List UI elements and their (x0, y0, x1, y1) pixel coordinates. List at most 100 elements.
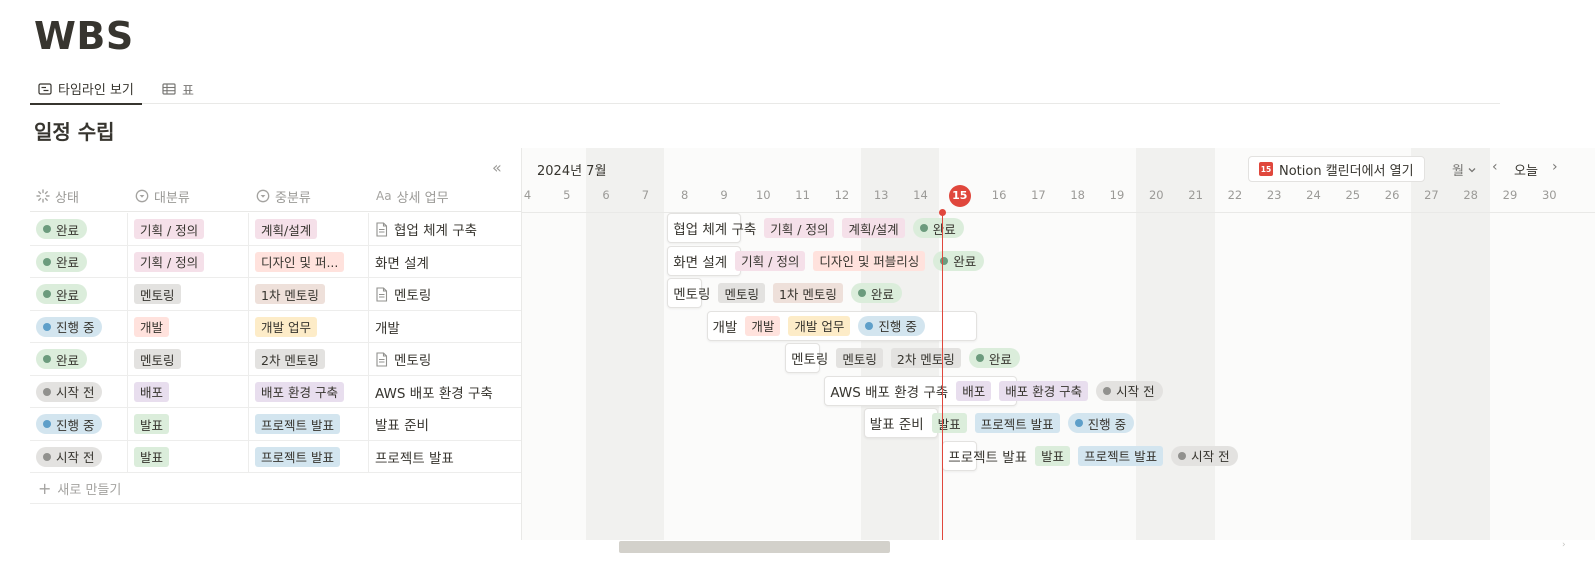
status-dot-icon (43, 290, 51, 298)
time-unit-select[interactable]: 월 (1452, 160, 1477, 179)
category-cell[interactable]: 기획 / 정의 (128, 245, 249, 278)
timeline-bar[interactable]: AWS 배포 환경 구축 배포 배포 환경 구축 시작 전 (824, 375, 1163, 406)
table-row[interactable]: 완료 멘토링 2차 멘토링 멘토링 (30, 343, 522, 376)
category-cell[interactable]: 발표 (128, 440, 249, 473)
category-cell[interactable]: 배포 (128, 375, 249, 408)
column-header-status[interactable]: 상태 (36, 180, 79, 212)
timeline-bar[interactable]: 프로젝트 발표 발표 프로젝트 발표 시작 전 (942, 440, 1238, 471)
task-title: 프로젝트 발표 (375, 447, 454, 467)
subcategory-cell[interactable]: 계획/설계 (249, 213, 369, 245)
bar-category-tag: 멘토링 (836, 348, 883, 368)
subcategory-cell[interactable]: 프로젝트 발표 (249, 408, 369, 440)
status-label: 시작 전 (1116, 384, 1155, 399)
status-dot-icon (43, 452, 51, 461)
table-row[interactable]: 완료 기획 / 정의 계획/설계 협업 체계 구축 (30, 213, 522, 246)
timeline-bar[interactable]: 화면 설계 기획 / 정의 디자인 및 퍼블리싱 완료 (667, 245, 985, 276)
task-cell[interactable]: 화면 설계 (369, 246, 522, 278)
timeline-bar[interactable]: 멘토링 멘토링 1차 멘토링 완료 (667, 278, 902, 308)
status-badge: 완료 (36, 284, 88, 304)
category-cell[interactable]: 개발 (128, 310, 249, 343)
status-cell[interactable]: 완료 (30, 245, 128, 278)
task-title-text: 프로젝트 발표 (375, 450, 454, 467)
task-title-text: 화면 설계 (375, 255, 429, 272)
timeline-bar[interactable]: 발표 준비 발표 프로젝트 발표 진행 중 (863, 408, 1135, 438)
subcategory-cell[interactable]: 프로젝트 발표 (249, 440, 369, 473)
subcategory-cell[interactable]: 디자인 및 퍼... (249, 245, 369, 278)
bar-label: 협업 체계 구축 기획 / 정의 계획/설계 완료 (673, 213, 964, 243)
bar-label: 멘토링 멘토링 2차 멘토링 완료 (791, 343, 1020, 373)
task-cell[interactable]: 개발 (369, 311, 522, 343)
table-row[interactable]: 완료 기획 / 정의 디자인 및 퍼... 화면 설계 (30, 245, 522, 278)
task-cell[interactable]: 프로젝트 발표 (369, 441, 522, 473)
status-icon (36, 189, 50, 203)
column-header-subcategory[interactable]: 중분류 (256, 180, 311, 212)
timeline-bar[interactable]: 협업 체계 구축 기획 / 정의 계획/설계 완료 (667, 213, 964, 243)
collapse-table-button[interactable]: « (492, 158, 502, 177)
category-cell[interactable]: 기획 / 정의 (128, 213, 249, 245)
status-cell[interactable]: 시작 전 (30, 440, 128, 473)
tab-table-view[interactable]: 표 (154, 74, 202, 104)
bar-category-tag: 기획 / 정의 (764, 218, 835, 238)
task-title-text: 멘토링 (394, 288, 432, 304)
status-cell[interactable]: 시작 전 (30, 375, 128, 408)
subcategory-tag: 개발 업무 (255, 316, 317, 337)
new-row-button[interactable]: + 새로 만들기 (30, 473, 522, 504)
next-period-button[interactable]: › (1552, 159, 1558, 175)
status-badge: 완료 (36, 251, 88, 272)
category-cell[interactable]: 발표 (128, 408, 249, 440)
status-cell[interactable]: 진행 중 (30, 310, 128, 343)
subcategory-cell[interactable]: 개발 업무 (249, 310, 369, 343)
status-dot-icon (43, 225, 51, 233)
day-label: 12 (834, 188, 850, 202)
subcategory-cell[interactable]: 2차 멘토링 (249, 343, 369, 375)
table-row[interactable]: 완료 멘토링 1차 멘토링 멘토링 (30, 278, 522, 311)
task-cell[interactable]: 발표 준비 (369, 408, 522, 440)
status-label: 완료 (932, 221, 956, 237)
status-label: 시작 전 (56, 450, 95, 465)
table-row[interactable]: 진행 중 발표 프로젝트 발표 발표 준비 (30, 408, 522, 441)
status-cell[interactable]: 진행 중 (30, 408, 128, 440)
column-header-category[interactable]: 대분류 (135, 180, 190, 212)
day-label: 18 (1070, 188, 1085, 202)
status-badge: 완료 (933, 250, 985, 271)
today-button[interactable]: 오늘 (1514, 160, 1538, 179)
status-label: 시작 전 (1191, 449, 1230, 464)
tab-timeline-view[interactable]: 타임라인 보기 (30, 74, 142, 105)
status-label: 진행 중 (56, 417, 95, 433)
task-cell[interactable]: AWS 배포 환경 구축 (369, 376, 522, 408)
status-cell[interactable]: 완료 (30, 278, 128, 310)
status-cell[interactable]: 완료 (30, 343, 128, 375)
task-title: 협업 체계 구축 (375, 219, 477, 239)
category-tag: 멘토링 (134, 284, 181, 304)
timeline-panel[interactable]: 2024년 7월 15 Notion 캘린더에서 열기 월 ‹ 오늘 › 4 5 6… (521, 148, 1595, 540)
scroll-right-icon[interactable]: › (1562, 540, 1566, 550)
timeline-bar[interactable]: 개발 개발 개발 업무 진행 중 (706, 310, 978, 341)
column-header-task[interactable]: Aa 상세 업무 (376, 180, 449, 212)
open-notion-calendar-button[interactable]: 15 Notion 캘린더에서 열기 (1248, 156, 1425, 182)
table-row[interactable]: 진행 중 개발 개발 업무 개발 (30, 310, 522, 343)
day-label: 13 (873, 188, 889, 202)
task-title: 발표 준비 (375, 414, 429, 434)
status-dot-icon (1178, 451, 1187, 460)
status-label: 완료 (953, 254, 977, 269)
bar-title: 개발 (712, 319, 738, 336)
category-cell[interactable]: 멘토링 (128, 343, 249, 375)
subcategory-cell[interactable]: 배포 환경 구축 (249, 375, 369, 408)
subcategory-cell[interactable]: 1차 멘토링 (249, 278, 369, 310)
timeline-bar[interactable]: 멘토링 멘토링 2차 멘토링 완료 (785, 343, 1020, 373)
status-cell[interactable]: 완료 (30, 213, 128, 245)
table-row[interactable]: 시작 전 발표 프로젝트 발표 프로젝트 발표 (30, 440, 522, 473)
status-badge: 시작 전 (36, 446, 103, 467)
task-cell[interactable]: 멘토링 (369, 343, 522, 375)
day-label: 26 (1384, 188, 1400, 202)
category-cell[interactable]: 멘토링 (128, 278, 249, 310)
weekend-band (1136, 148, 1215, 540)
horizontal-scrollbar[interactable] (619, 541, 890, 553)
table-row[interactable]: 시작 전 배포 배포 환경 구축 AWS 배포 환경 구축 (30, 375, 522, 408)
status-label: 완료 (56, 222, 80, 238)
column-label: 상태 (55, 190, 79, 206)
previous-period-button[interactable]: ‹ (1492, 159, 1498, 175)
task-cell[interactable]: 멘토링 (369, 278, 522, 310)
document-icon (376, 221, 388, 237)
task-cell[interactable]: 협업 체계 구축 (369, 213, 522, 245)
